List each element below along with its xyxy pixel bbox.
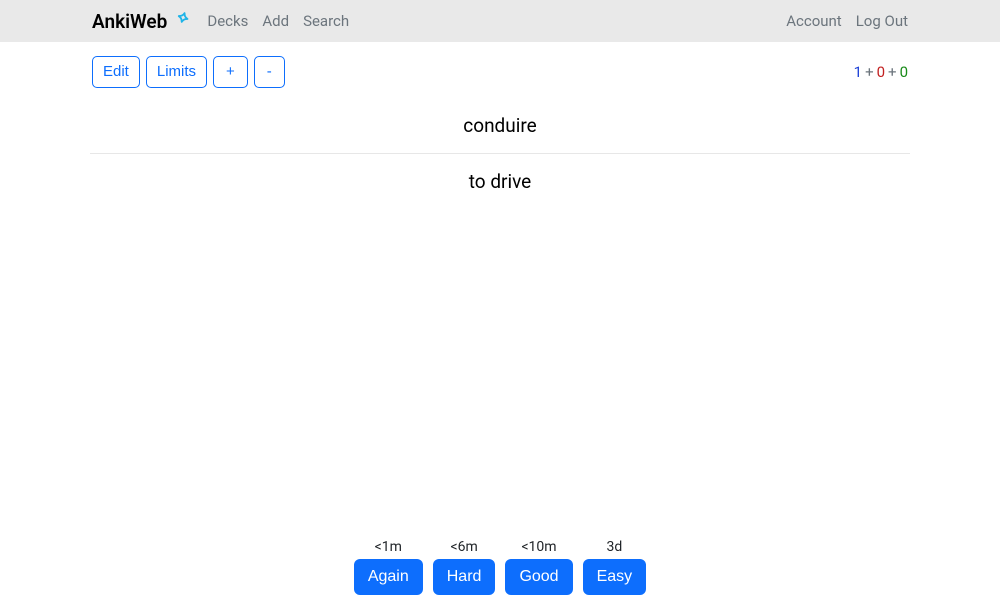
count-learn: 0 xyxy=(877,63,885,81)
star-icon xyxy=(171,10,193,32)
answer-hard: <6m Hard xyxy=(433,539,496,595)
easy-button[interactable]: Easy xyxy=(583,559,647,595)
edit-button[interactable]: Edit xyxy=(92,56,140,88)
brand-text: AnkiWeb xyxy=(92,10,167,33)
card-front: conduire xyxy=(90,114,910,153)
answer-easy: 3d Easy xyxy=(583,539,647,595)
count-new: 1 xyxy=(854,63,862,81)
answer-good: <10m Good xyxy=(505,539,572,595)
nav-search[interactable]: Search xyxy=(303,12,349,30)
limits-button[interactable]: Limits xyxy=(146,56,207,88)
answer-again: <1m Again xyxy=(354,539,423,595)
answer-again-time: <1m xyxy=(375,539,402,555)
hard-button[interactable]: Hard xyxy=(433,559,496,595)
plus-sep: + xyxy=(862,63,877,81)
again-button[interactable]: Again xyxy=(354,559,423,595)
nav-left: Decks Add Search xyxy=(207,12,349,30)
count-due: 0 xyxy=(900,63,908,81)
nav-add[interactable]: Add xyxy=(262,12,289,30)
study-toolbar: Edit Limits + - 1+0+0 xyxy=(90,56,910,98)
top-navbar: AnkiWeb Decks Add Search Account Log Out xyxy=(0,0,1000,42)
nav-logout[interactable]: Log Out xyxy=(856,12,908,30)
nav-account[interactable]: Account xyxy=(786,12,842,30)
toolbar-buttons: Edit Limits + - xyxy=(92,56,285,88)
increase-button[interactable]: + xyxy=(213,56,248,88)
nav-decks[interactable]: Decks xyxy=(207,12,248,30)
card-area: conduire to drive xyxy=(90,98,910,193)
decrease-button[interactable]: - xyxy=(254,56,285,88)
good-button[interactable]: Good xyxy=(505,559,572,595)
plus-sep: + xyxy=(885,63,900,81)
card-counts: 1+0+0 xyxy=(854,63,908,81)
answer-easy-time: 3d xyxy=(606,539,622,555)
nav-right: Account Log Out xyxy=(786,12,980,30)
brand-link[interactable]: AnkiWeb xyxy=(92,10,193,33)
answer-good-time: <10m xyxy=(521,539,556,555)
answer-hard-time: <6m xyxy=(450,539,477,555)
card-back: to drive xyxy=(90,154,910,193)
answer-bar: <1m Again <6m Hard <10m Good 3d Easy xyxy=(0,539,1000,595)
study-container: Edit Limits + - 1+0+0 conduire to drive xyxy=(90,42,910,193)
